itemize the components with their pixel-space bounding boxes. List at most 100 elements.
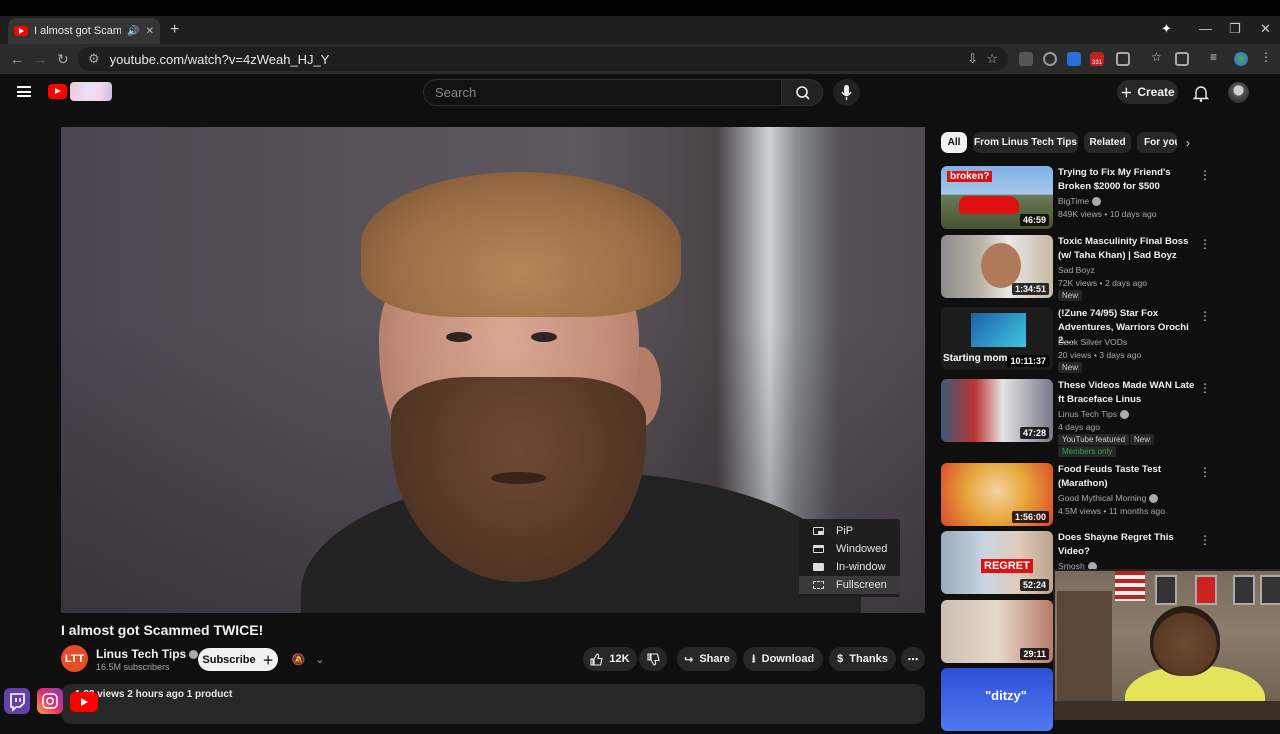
channel-avatar[interactable]: LTT xyxy=(61,645,88,672)
webcam-person-head xyxy=(1150,606,1220,676)
download-label: Download xyxy=(761,653,815,665)
video-thumbnail[interactable]: broken? 46:59 xyxy=(941,166,1053,229)
verified-icon xyxy=(1092,197,1102,207)
share-icon: ↪ xyxy=(684,653,694,666)
minimize-icon[interactable]: — xyxy=(1199,21,1212,36)
recommendation-item[interactable]: broken? 46:59 Trying to Fix My Friend's … xyxy=(941,166,1211,232)
more-vert-icon[interactable]: ⋮ xyxy=(1199,168,1211,182)
youtube-doodle-logo[interactable] xyxy=(70,82,112,101)
recommendation-item[interactable]: 47:28 These Videos Made WAN Late ft Brac… xyxy=(941,379,1211,457)
rec-title[interactable]: These Videos Made WAN Late ft Braceface … xyxy=(1058,379,1198,406)
bookmark-star-icon[interactable]: ☆ xyxy=(986,51,998,67)
create-button[interactable]: ＋ Create xyxy=(1117,80,1178,104)
share-button[interactable]: ↪ Share xyxy=(677,647,737,671)
recommendation-item[interactable]: 1:56:00 Food Feuds Taste Test (Marathon)… xyxy=(941,463,1211,529)
rec-title[interactable]: Does Shayne Regret This Video? xyxy=(1058,531,1198,558)
video-thumbnail[interactable]: 47:28 xyxy=(941,379,1053,442)
rec-channel-row[interactable]: Linus Tech Tips xyxy=(1058,409,1130,420)
ai-sparkle-icon[interactable]: ✦ xyxy=(1161,21,1172,37)
rec-channel-row[interactable]: BigTime xyxy=(1058,196,1102,207)
restore-icon[interactable]: ❐ xyxy=(1229,21,1241,37)
menu-item-fullscreen[interactable]: Fullscreen xyxy=(799,576,900,594)
speaker-icon[interactable]: 🔊 xyxy=(127,26,139,37)
notification-settings-button[interactable]: 🔕 ⌄ xyxy=(284,648,332,671)
video-thumbnail[interactable]: "ditzy" xyxy=(941,668,1053,731)
recommendation-item[interactable]: 1:34:51 Toxic Masculinity Final Boss (w/… xyxy=(941,235,1211,301)
more-vert-icon[interactable]: ⋮ xyxy=(1199,465,1211,479)
webcam-poster xyxy=(1195,575,1217,605)
video-thumbnail[interactable]: 29:11 xyxy=(941,600,1053,663)
forward-icon[interactable]: → xyxy=(33,51,47,67)
side-panel-icon[interactable] xyxy=(1175,52,1189,66)
video-thumbnail[interactable]: Starting mom 10:11:37 xyxy=(941,307,1053,370)
description-box[interactable]: 1 82 views 2 hours ago 1 product xyxy=(61,684,925,724)
youtube-logo-icon[interactable] xyxy=(48,84,67,99)
bookmarks-icon[interactable]: ☆ xyxy=(1151,50,1165,64)
video-thumbnail[interactable]: 1:34:51 xyxy=(941,235,1053,298)
voice-search-button[interactable] xyxy=(833,79,860,106)
verified-icon xyxy=(189,650,199,660)
download-button[interactable]: ⭳ Download xyxy=(743,647,823,671)
video-thumbnail[interactable]: 1:56:00 xyxy=(941,463,1053,526)
dislike-button[interactable] xyxy=(639,647,667,671)
more-actions-button[interactable]: ⋯ xyxy=(901,647,925,671)
chip-for-you[interactable]: For you xyxy=(1137,132,1177,153)
rec-channel[interactable]: Dook Silver VODs xyxy=(1058,337,1127,347)
thumb-screen-shape xyxy=(971,313,1026,347)
extension-power-icon[interactable] xyxy=(1043,52,1057,66)
thanks-button[interactable]: $ Thanks xyxy=(829,647,896,671)
reload-icon[interactable]: ↻ xyxy=(57,51,69,68)
rec-title[interactable]: Food Feuds Taste Test (Marathon) xyxy=(1058,463,1198,490)
menu-item-windowed[interactable]: Windowed xyxy=(799,540,900,558)
like-button[interactable]: 12K xyxy=(583,647,637,671)
hamburger-menu-icon[interactable] xyxy=(17,86,31,97)
site-info-icon[interactable]: ⚙ xyxy=(88,51,100,67)
extension-wave-icon[interactable] xyxy=(1067,52,1081,66)
menu-item-in-window[interactable]: In-window xyxy=(799,558,900,576)
close-window-icon[interactable]: ✕ xyxy=(1260,21,1271,37)
recommendation-item[interactable]: Starting mom 10:11:37 (!Zune 74/95) Star… xyxy=(941,307,1211,373)
more-vert-icon[interactable]: ⋮ xyxy=(1199,309,1211,323)
address-bar[interactable]: ⚙ youtube.com/watch?v=4zWeah_HJ_Y ⇩ ☆ xyxy=(78,47,1008,71)
more-vert-icon[interactable]: ⋮ xyxy=(1199,381,1211,395)
video-duration: 52:24 xyxy=(1019,579,1049,591)
channel-name-row[interactable]: Linus Tech Tips xyxy=(96,647,199,661)
new-tab-icon[interactable]: + xyxy=(170,21,179,39)
video-player[interactable] xyxy=(61,127,925,613)
extension-gift-icon[interactable] xyxy=(1019,52,1033,66)
back-icon[interactable]: ← xyxy=(10,51,24,67)
extension-counter-icon[interactable]: 331 xyxy=(1090,52,1104,66)
chip-all[interactable]: All xyxy=(941,132,967,153)
browser-tab[interactable]: I almost got Scammed TWICE! 🔊 ✕ xyxy=(8,18,160,44)
reading-list-icon[interactable]: ≡ xyxy=(1210,50,1224,64)
more-vert-icon[interactable]: ⋮ xyxy=(1199,237,1211,251)
channel-name[interactable]: Linus Tech Tips xyxy=(96,647,186,661)
subscribe-button[interactable]: Subscribe ＋ xyxy=(198,648,278,671)
search-button[interactable] xyxy=(781,79,823,106)
install-app-icon[interactable]: ⇩ xyxy=(967,51,978,67)
account-avatar[interactable] xyxy=(1228,82,1249,103)
menu-dots-icon[interactable]: ⋮ xyxy=(1260,50,1274,64)
rec-channel[interactable]: Sad Boyz xyxy=(1058,265,1095,275)
video-thumbnail[interactable]: REGRET 52:24 xyxy=(941,531,1053,594)
rec-title[interactable]: Trying to Fix My Friend's Broken $2000 f… xyxy=(1058,166,1198,193)
more-vert-icon[interactable]: ⋮ xyxy=(1199,533,1211,547)
chevron-right-icon[interactable]: › xyxy=(1186,136,1190,150)
search-input[interactable]: Search xyxy=(423,79,782,106)
chip-related[interactable]: Related xyxy=(1084,132,1131,153)
rec-meta: 72K views • 2 days ago xyxy=(1058,278,1147,288)
os-top-bar xyxy=(0,0,1280,16)
rec-channel[interactable]: Linus Tech Tips xyxy=(1058,409,1117,419)
close-tab-icon[interactable]: ✕ xyxy=(146,26,154,37)
rec-channel-row[interactable]: Good Mythical Morning xyxy=(1058,493,1159,504)
profile-icon[interactable] xyxy=(1234,52,1248,66)
notifications-button[interactable] xyxy=(1192,84,1210,107)
rec-channel[interactable]: BigTime xyxy=(1058,196,1089,206)
rec-title[interactable]: Toxic Masculinity Final Boss (w/ Taha Kh… xyxy=(1058,235,1198,262)
chip-from-channel[interactable]: From Linus Tech Tips xyxy=(973,132,1078,153)
menu-item-pip[interactable]: PiP xyxy=(799,522,900,540)
video-duration: 47:28 xyxy=(1019,427,1049,439)
rec-channel[interactable]: Good Mythical Morning xyxy=(1058,493,1146,503)
player-mode-menu: PiP Windowed In-window Fullscreen xyxy=(799,519,900,597)
extensions-puzzle-icon[interactable] xyxy=(1116,52,1130,66)
